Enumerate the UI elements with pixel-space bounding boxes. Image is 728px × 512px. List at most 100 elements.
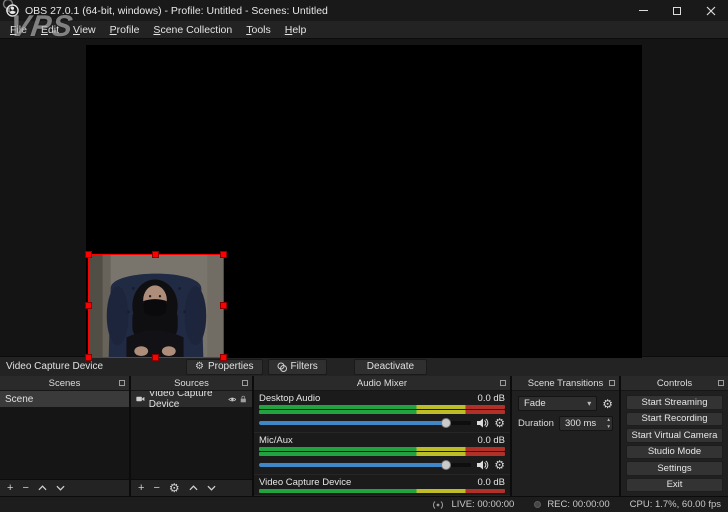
scene-transitions-dock-header[interactable]: Scene Transitions [512,376,619,391]
title-bar: OBS 27.0.1 (64-bit, windows) - Profile: … [0,0,728,21]
chevron-down-icon: ▾ [587,399,592,408]
mixer-channel-video-capture: Video Capture Device 0.0 dB [254,475,510,496]
menu-scene-collection[interactable]: Scene Collection [146,22,239,38]
rec-indicator-icon [534,501,542,508]
dock-float-icon[interactable] [242,380,248,386]
volume-meter [259,489,505,493]
controls-body: Start Streaming Start Recording Start Vi… [621,391,728,496]
deactivate-button[interactable]: Deactivate [353,358,428,375]
scene-move-up-button[interactable] [38,484,47,492]
add-scene-button[interactable]: + [7,482,13,494]
mixer-channel-desktop-audio: Desktop Audio 0.0 dB ⚙ [254,391,510,433]
audio-mixer-dock: Audio Mixer Desktop Audio 0.0 dB ⚙ Mic/A… [254,376,510,496]
selection-handle[interactable] [85,251,92,258]
filters-label: Filters [290,361,318,372]
scenes-dock-title: Scenes [48,377,81,389]
spinbox-arrows[interactable]: ▴ ▾ [607,417,610,429]
exit-button[interactable]: Exit [626,477,723,492]
dock-float-icon[interactable] [119,380,125,386]
channel-settings-gear-icon[interactable]: ⚙ [494,459,505,471]
add-source-button[interactable]: + [138,482,144,494]
speaker-icon[interactable] [476,459,489,471]
close-button[interactable] [694,0,728,21]
scene-move-down-button[interactable] [56,484,65,492]
remove-source-button[interactable]: − [153,482,159,494]
transition-properties-gear-icon[interactable]: ⚙ [602,398,613,410]
start-recording-button[interactable]: Start Recording [626,411,723,426]
scenes-dock-header[interactable]: Scenes [0,376,129,391]
dock-float-icon[interactable] [500,380,506,386]
volume-slider-handle[interactable] [440,460,451,470]
source-move-up-button[interactable] [189,484,198,492]
sources-toolbar: + − ⚙ [131,479,252,496]
status-bar: LIVE: 00:00:00 REC: 00:00:00 CPU: 1.7%, … [0,496,728,512]
scene-list-item[interactable]: Scene [0,391,129,407]
dock-float-icon[interactable] [718,380,724,386]
transition-select[interactable]: Fade ▾ [518,396,598,411]
program-canvas[interactable] [85,45,642,361]
audio-mixer-dock-header[interactable]: Audio Mixer [254,376,510,391]
selection-handle[interactable] [152,354,159,361]
duration-spinbox[interactable]: 300 ms ▴ ▾ [559,416,613,431]
start-streaming-button[interactable]: Start Streaming [626,395,723,410]
scene-transitions-dock-title: Scene Transitions [527,377,604,389]
studio-mode-button[interactable]: Studio Mode [626,444,723,459]
audio-mixer-body: Desktop Audio 0.0 dB ⚙ Mic/Aux 0.0 dB ⚙ … [254,391,510,496]
selection-handle[interactable] [85,302,92,309]
selected-source-name: Video Capture Device [6,361,104,372]
video-camera-icon [136,396,145,402]
source-move-down-button[interactable] [207,484,216,492]
volume-slider[interactable] [259,460,472,470]
maximize-icon [673,6,681,15]
menu-file[interactable]: File [3,22,34,38]
lock-icon[interactable] [240,394,247,404]
selection-handle[interactable] [220,302,227,309]
chevron-down-icon [207,485,216,491]
menu-tools[interactable]: Tools [239,22,278,38]
channel-settings-gear-icon[interactable]: ⚙ [494,417,505,429]
chevron-up-icon [189,485,198,491]
menu-profile[interactable]: Profile [103,22,147,38]
channel-volume-db: 0.0 dB [477,435,505,446]
minimize-button[interactable] [626,0,660,21]
selected-source-bounding-box[interactable] [85,251,227,361]
volume-meter [259,447,505,451]
volume-slider-handle[interactable] [440,418,451,428]
window-title: OBS 27.0.1 (64-bit, windows) - Profile: … [25,4,328,17]
menu-help[interactable]: Help [278,22,314,38]
rec-time: REC: 00:00:00 [547,499,610,510]
source-list-item[interactable]: Video Capture Device [131,388,252,410]
duration-label: Duration [518,418,554,429]
scenes-toolbar: + − [0,479,129,496]
menu-view[interactable]: View [66,22,103,38]
sources-dock-header[interactable]: Sources [131,376,252,391]
remove-scene-button[interactable]: − [22,482,28,494]
visibility-eye-icon[interactable] [227,395,237,404]
spin-down-icon[interactable]: ▾ [607,424,610,430]
audio-mixer-dock-title: Audio Mixer [356,377,408,389]
settings-button[interactable]: Settings [626,461,723,476]
sources-list: Video Capture Device [131,388,252,479]
scene-transitions-body: Fade ▾ ⚙ Duration 300 ms ▴ ▾ [512,391,619,496]
selection-handle[interactable] [220,251,227,258]
start-virtual-camera-button[interactable]: Start Virtual Camera [626,428,723,443]
controls-dock-title: Controls [656,377,693,389]
volume-slider[interactable] [259,418,472,428]
maximize-button[interactable] [660,0,694,21]
selection-handle[interactable] [152,251,159,258]
scenes-dock: Scenes Scene + − [0,376,129,496]
menu-edit[interactable]: Edit [34,22,66,38]
sources-dock: Sources Video Capture Device + − ⚙ [131,376,252,496]
dock-float-icon[interactable] [609,380,615,386]
controls-dock: Controls Start Streaming Start Recording… [621,376,728,496]
controls-dock-header[interactable]: Controls [621,376,728,391]
selection-handle[interactable] [85,354,92,361]
filters-button[interactable]: Filters [267,358,327,375]
source-properties-button[interactable]: ⚙ [169,482,180,494]
filters-icon [277,362,287,372]
cpu-fps-stats: CPU: 1.7%, 60.00 fps [629,499,721,510]
preview-area [0,39,728,361]
speaker-icon[interactable] [476,417,489,429]
minimize-icon [638,10,648,11]
selection-handle[interactable] [220,354,227,361]
